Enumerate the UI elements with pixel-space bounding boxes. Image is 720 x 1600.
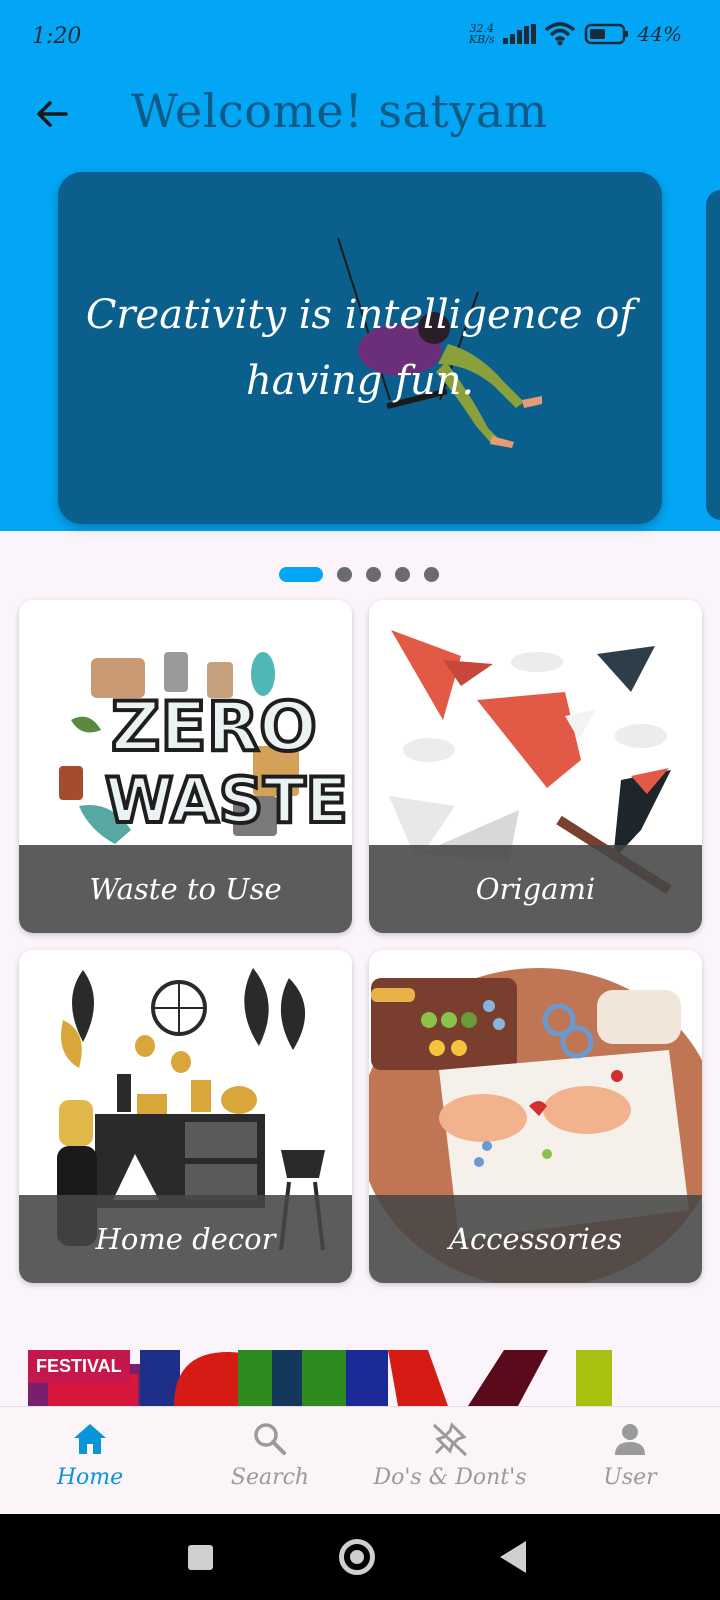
bottom-navigation: Home Search Do's & Dont's User	[0, 1406, 720, 1514]
status-time: 1:20	[32, 24, 82, 49]
carousel-dot	[395, 567, 410, 582]
user-icon	[615, 1424, 645, 1455]
category-label: Home decor	[19, 1195, 352, 1283]
back-triangle-icon[interactable]	[500, 1541, 526, 1573]
banner-quote: Creativity is intelligence of having fun…	[85, 292, 635, 404]
page-title: Welcome! satyam	[131, 84, 548, 138]
search-icon	[254, 1423, 286, 1455]
category-card-accessories[interactable]: Accessories	[369, 950, 702, 1283]
battery-icon	[584, 23, 628, 45]
signal-icon	[502, 24, 536, 44]
home-button-icon[interactable]	[339, 1539, 375, 1575]
category-label: Origami	[369, 845, 702, 933]
recent-apps-icon[interactable]	[188, 1545, 213, 1570]
quote-banner-slide[interactable]: Creativity is intelligence of having fun…	[58, 172, 662, 524]
category-label: Accessories	[369, 1195, 702, 1283]
category-label: Waste to Use	[19, 845, 352, 933]
category-card-origami[interactable]: Origami	[369, 600, 702, 933]
nav-item-home[interactable]: Home	[0, 1419, 180, 1490]
battery-percent: 44%	[637, 22, 682, 46]
carousel-dot	[366, 567, 381, 582]
nav-label-search: Search	[230, 1465, 310, 1490]
nav-item-dos-donts[interactable]: Do's & Dont's	[360, 1419, 540, 1490]
nav-label-home: Home	[56, 1465, 124, 1490]
category-card-home-decor[interactable]: Home decor	[19, 950, 352, 1283]
next-banner-slide-peek[interactable]	[706, 190, 720, 520]
back-arrow-icon[interactable]	[32, 94, 72, 134]
carousel-dot	[424, 567, 439, 582]
status-bar: 1:20 32.4 KB/s 44%	[0, 0, 720, 72]
nav-item-user[interactable]: User	[540, 1419, 720, 1490]
header-section: 1:20 32.4 KB/s 44% Welcome! satyam Creat…	[0, 0, 720, 531]
network-speed-unit: KB/s	[468, 33, 495, 46]
zero-art-text: ZERO	[111, 688, 317, 767]
festival-banner[interactable]: FESTIVAL	[28, 1350, 628, 1406]
system-navigation-bar	[0, 1514, 720, 1600]
nav-label-dos-donts: Do's & Dont's	[373, 1465, 527, 1490]
home-icon	[74, 1424, 106, 1454]
carousel-indicator	[279, 567, 439, 582]
nav-label-user: User	[603, 1465, 657, 1490]
wifi-icon	[544, 22, 575, 46]
status-icons: 32.4 KB/s 44%	[469, 22, 682, 46]
network-speed: 32.4 KB/s	[469, 23, 495, 45]
festival-tag: FESTIVAL	[28, 1350, 130, 1383]
app-bar: Welcome! satyam	[0, 78, 720, 148]
nav-item-search[interactable]: Search	[180, 1419, 360, 1490]
waste-art-text: WASTE	[105, 764, 348, 837]
carousel-dot	[337, 567, 352, 582]
category-card-waste-to-use[interactable]: ZERO WASTE Waste to Use	[19, 600, 352, 933]
no-pin-icon	[432, 1422, 468, 1457]
carousel-dot-active	[279, 567, 323, 582]
